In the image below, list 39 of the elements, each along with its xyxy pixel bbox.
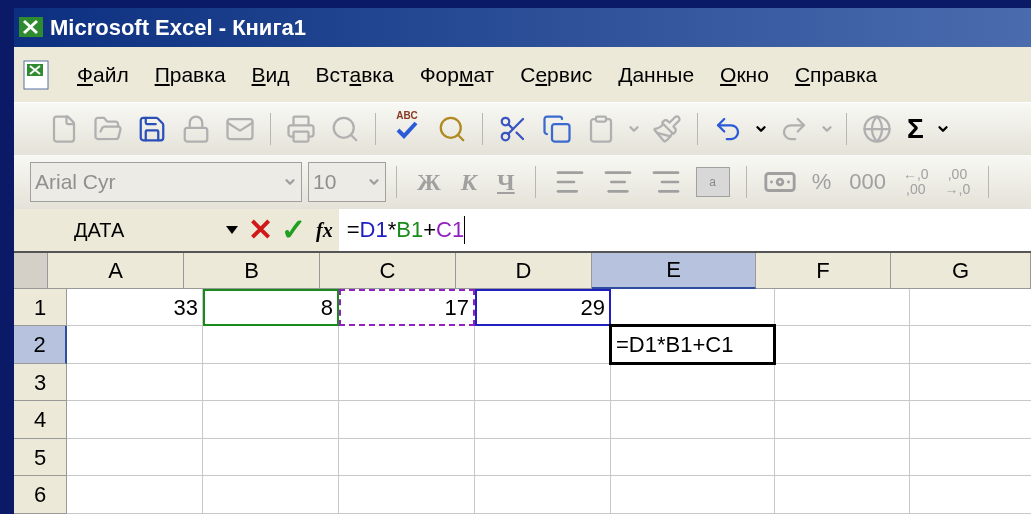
row-header[interactable]: 2 xyxy=(14,326,67,364)
window-title: Microsoft Excel - Книга1 xyxy=(50,13,307,42)
column-header[interactable]: G xyxy=(891,253,1031,289)
check-icon xyxy=(396,121,418,140)
formula-input[interactable]: =D1*B1+C1 xyxy=(338,208,1031,251)
menu-item[interactable]: Окно xyxy=(707,58,782,91)
select-all-button[interactable] xyxy=(14,253,48,289)
column-header[interactable]: C xyxy=(320,253,456,289)
row-header[interactable]: 4 xyxy=(14,401,67,439)
menu-item[interactable]: Вставка xyxy=(302,58,407,91)
spelling-button[interactable]: ABC xyxy=(390,111,424,148)
menu-item[interactable]: Вид xyxy=(238,58,303,91)
name-box[interactable]: ДАТА xyxy=(14,214,244,245)
menu-item[interactable]: Данные xyxy=(605,58,708,91)
row-header[interactable]: 3 xyxy=(14,364,67,402)
active-cell[interactable]: =D1*B1+C1 xyxy=(609,324,776,365)
row-header[interactable]: 6 xyxy=(14,476,67,514)
row-header[interactable]: 1 xyxy=(14,289,67,327)
column-header[interactable]: E xyxy=(592,253,756,289)
table-cell: 8 xyxy=(203,289,339,327)
row-header[interactable]: 5 xyxy=(14,439,67,477)
menu-item[interactable]: Справка xyxy=(781,58,891,91)
table-cell: 29 xyxy=(475,289,611,327)
table-cell: 17 xyxy=(339,289,475,327)
menu-item[interactable]: Формат xyxy=(406,58,508,91)
copy-icon[interactable] xyxy=(542,114,572,145)
column-header[interactable]: D xyxy=(456,253,592,289)
dropdown-arrow-icon[interactable] xyxy=(226,225,238,234)
spreadsheet-icon xyxy=(18,15,44,40)
table-cell: 33 xyxy=(67,289,203,327)
column-header[interactable]: A xyxy=(48,253,184,289)
menu-item[interactable]: Файл xyxy=(64,58,142,91)
menu-item[interactable]: Сервис xyxy=(507,58,606,91)
column-header[interactable]: F xyxy=(756,253,891,289)
insert-function-button[interactable]: fx xyxy=(310,214,339,245)
menu-item[interactable]: Правка xyxy=(141,58,239,91)
autosum-button[interactable]: Σ xyxy=(899,108,932,151)
cancel-button[interactable]: ✕ xyxy=(244,214,277,245)
column-header[interactable]: B xyxy=(184,253,320,289)
